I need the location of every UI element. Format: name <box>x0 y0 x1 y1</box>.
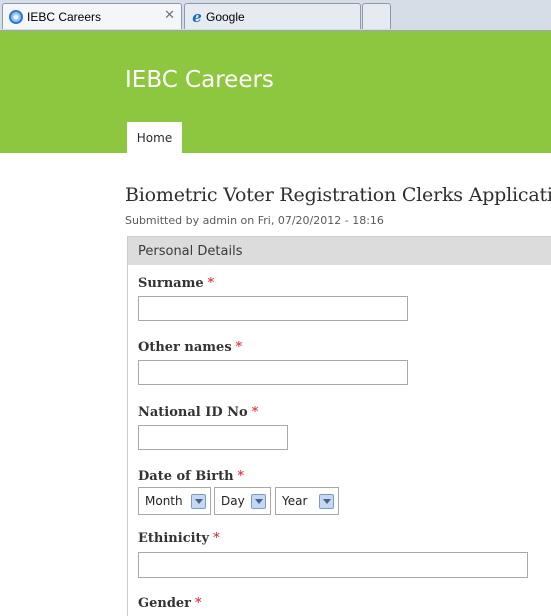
close-tab-icon[interactable]: ✕ <box>164 8 175 23</box>
required-marker: * <box>237 469 245 484</box>
dob-year-value: Year <box>282 494 308 508</box>
ethnicity-label-text: Ethinicity <box>138 531 210 546</box>
surname-input[interactable] <box>138 296 408 321</box>
tab-label: IEBC Careers <box>27 9 102 24</box>
dob-day-value: Day <box>221 494 245 508</box>
required-marker: * <box>195 596 202 611</box>
site-name[interactable]: IEBC Careers <box>125 67 274 93</box>
fieldset-legend: Personal Details <box>128 237 551 265</box>
surname-label-text: Surname <box>138 276 204 291</box>
dob-month-value: Month <box>145 494 183 508</box>
site-header: IEBC Careers Home <box>0 31 551 153</box>
ethnicity-label: Ethinicity * <box>138 531 220 546</box>
browser-tab-google[interactable]: e Google <box>184 3 361 29</box>
browser-tab-iebc-careers[interactable]: IEBC Careers ✕ <box>2 3 182 29</box>
other-names-label-text: Other names <box>138 340 232 355</box>
date-of-birth-label-text: Date of Birth <box>138 469 234 484</box>
gender-label: Gender * <box>138 596 202 611</box>
ethnicity-input[interactable] <box>138 552 528 578</box>
required-marker: * <box>207 276 215 291</box>
chevron-down-icon[interactable] <box>319 494 334 509</box>
dob-month-select[interactable]: Month <box>138 487 211 515</box>
chevron-down-icon[interactable] <box>191 494 206 509</box>
ie-page-icon <box>9 9 23 24</box>
other-names-label: Other names * <box>138 340 242 355</box>
other-names-input[interactable] <box>138 360 408 385</box>
browser-tab-strip: IEBC Careers ✕ e Google <box>0 0 551 31</box>
gender-label-text: Gender <box>138 596 192 611</box>
dob-year-select[interactable]: Year <box>275 487 339 515</box>
national-id-label-text: National ID No <box>138 405 248 420</box>
submitted-info: Submitted by admin on Fri, 07/20/2012 - … <box>125 214 384 227</box>
surname-label: Surname * <box>138 276 214 291</box>
ie-e-icon: e <box>192 7 202 26</box>
nav-tab-home[interactable]: Home <box>127 122 182 153</box>
national-id-input[interactable] <box>138 425 288 450</box>
dob-day-select[interactable]: Day <box>214 487 271 515</box>
new-tab-button[interactable] <box>362 3 391 29</box>
required-marker: * <box>213 531 220 546</box>
chevron-down-icon[interactable] <box>251 494 266 509</box>
tab-label: Google <box>206 9 245 24</box>
national-id-label: National ID No * <box>138 405 258 420</box>
date-of-birth-label: Date of Birth * <box>138 469 244 484</box>
page-title: Biometric Voter Registration Clerks Appl… <box>125 184 551 206</box>
required-marker: * <box>251 405 259 420</box>
required-marker: * <box>235 340 243 355</box>
